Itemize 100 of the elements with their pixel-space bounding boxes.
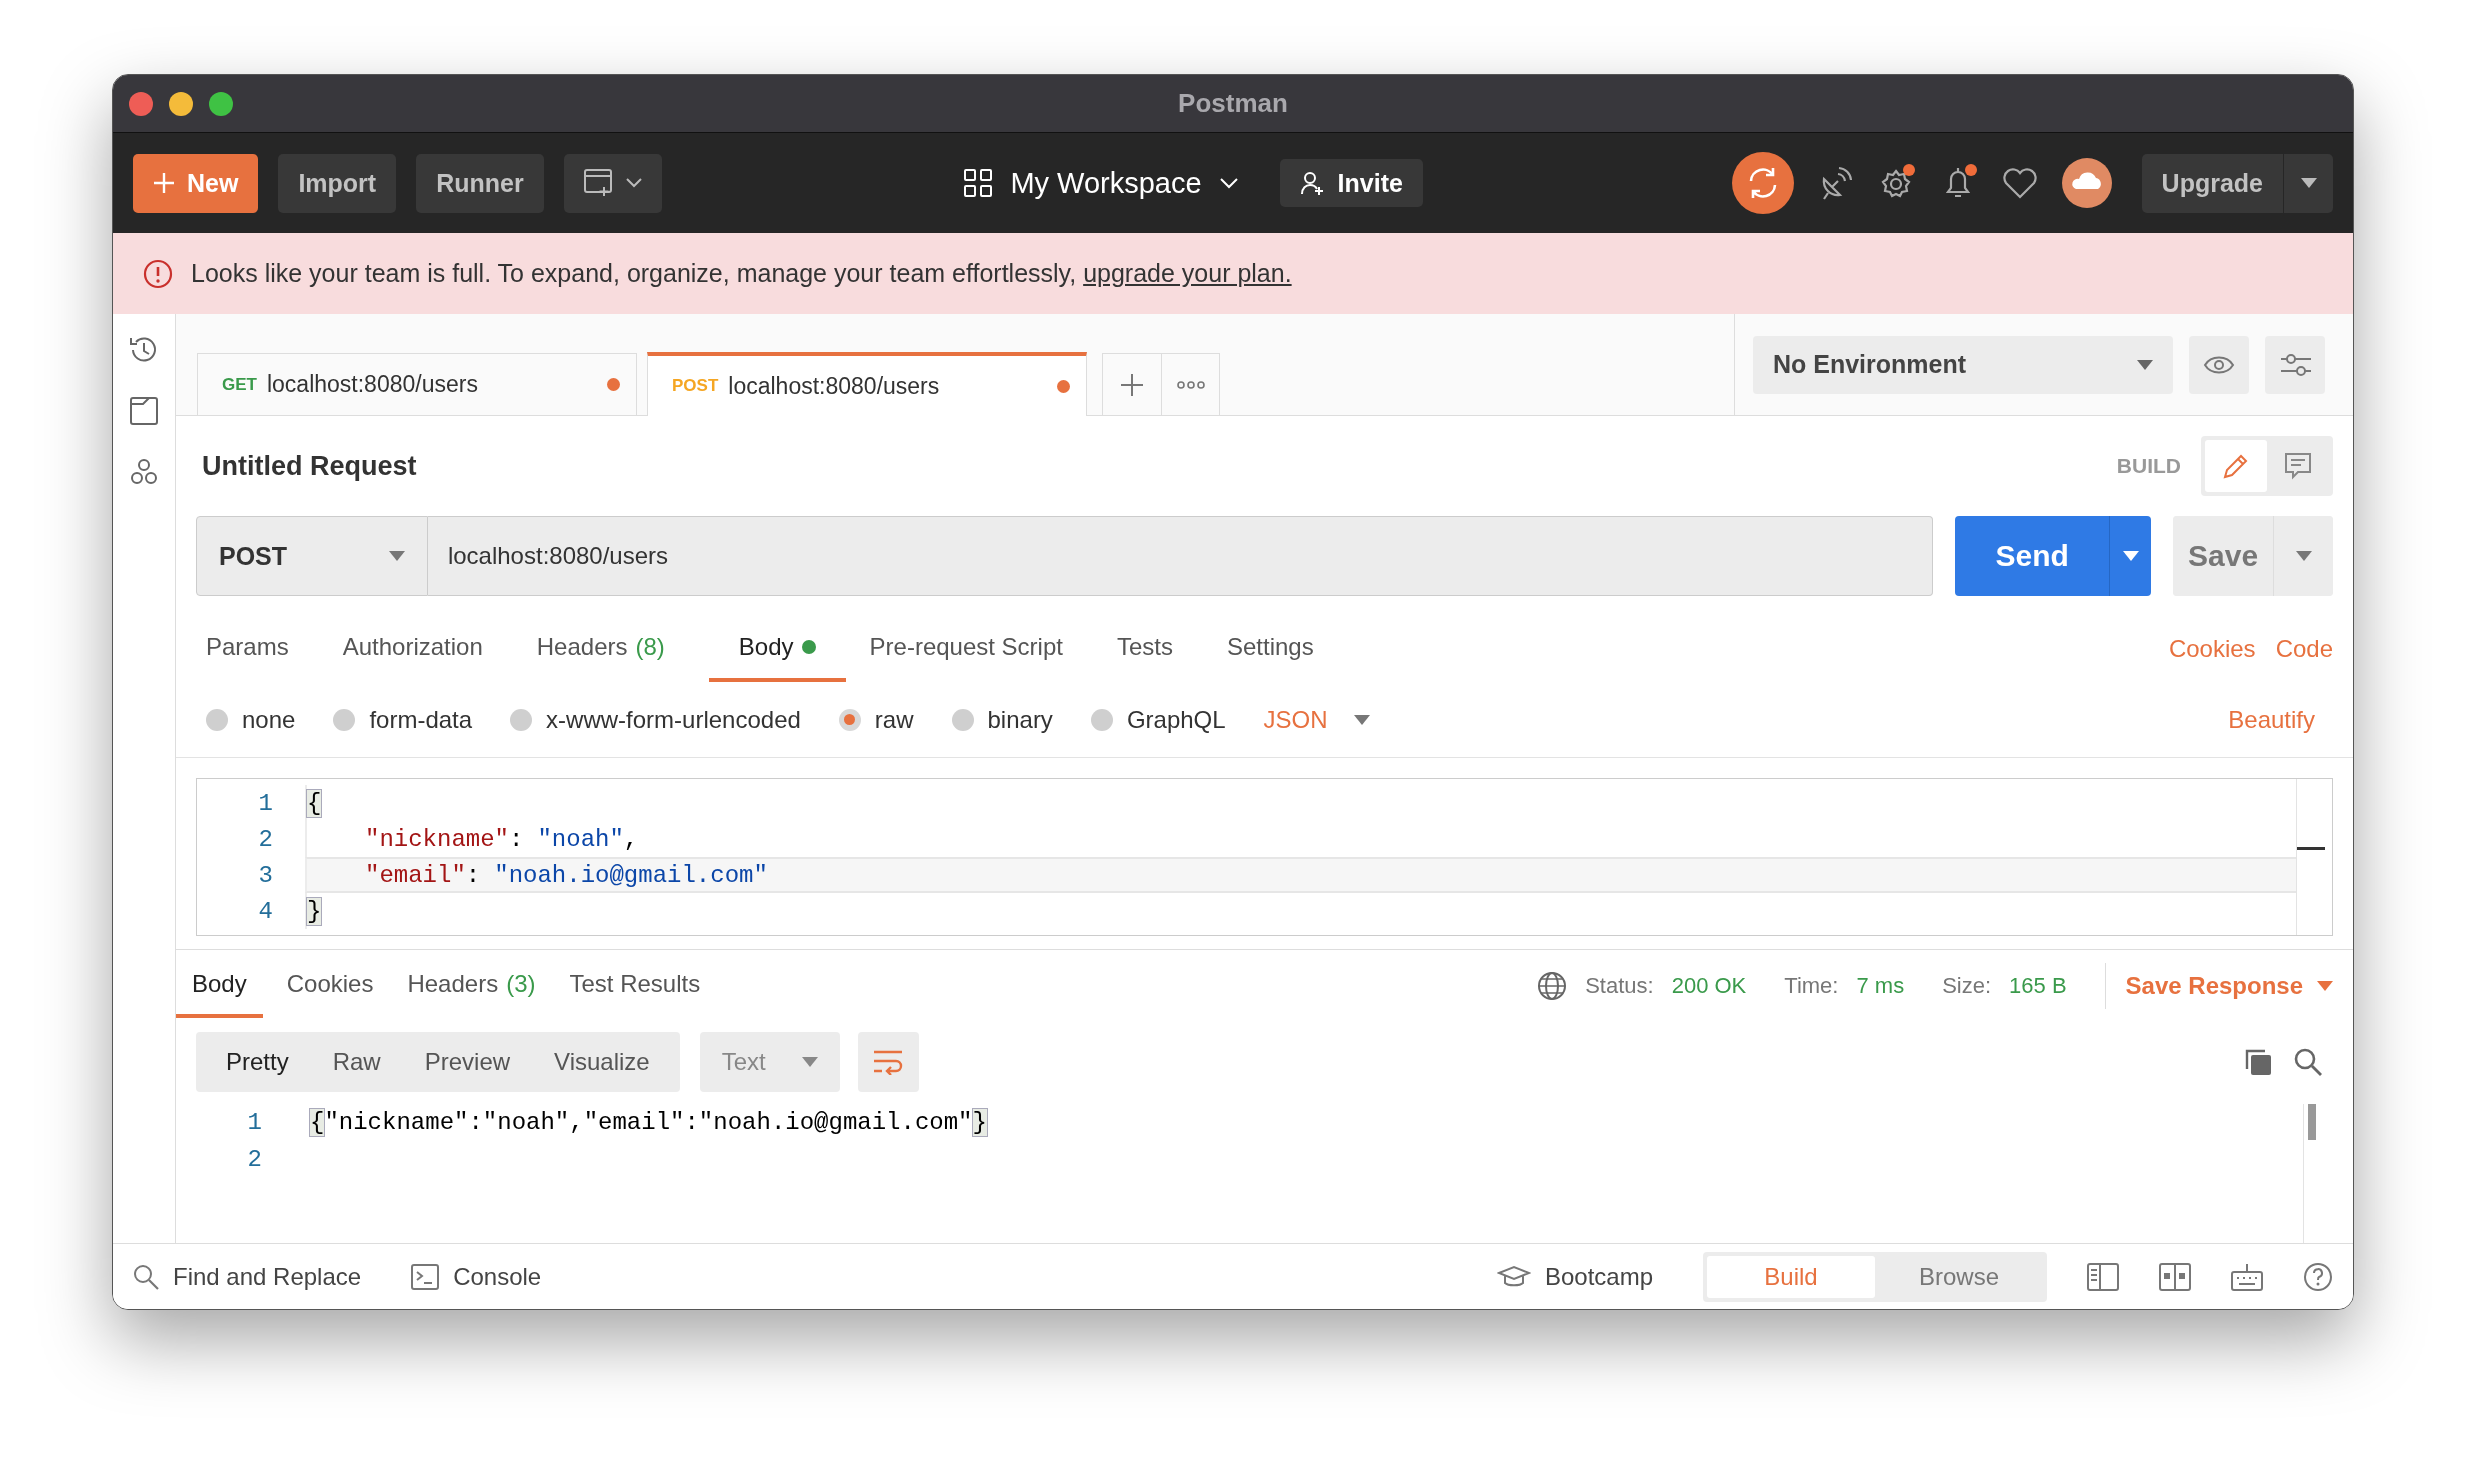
caret-icon <box>801 1057 818 1067</box>
response-tab[interactable]: Cookies <box>276 954 384 1018</box>
request-section-tab[interactable]: Settings <box>1216 616 1344 682</box>
view-mode-tab[interactable]: Visualize <box>532 1032 672 1092</box>
caret-icon <box>2317 981 2333 991</box>
chevron-down-icon <box>625 178 642 188</box>
view-mode-tab[interactable]: Pretty <box>204 1032 311 1092</box>
find-replace-button[interactable]: Find and Replace <box>133 1262 362 1291</box>
globe-icon <box>1537 971 1568 1001</box>
alert-icon <box>143 258 173 289</box>
send-options-button[interactable] <box>2109 516 2152 596</box>
scroll-marker <box>2297 847 2325 850</box>
caret-icon <box>2295 551 2312 561</box>
manage-environments-button[interactable] <box>2265 335 2325 394</box>
help-icon[interactable] <box>2303 1261 2333 1292</box>
plus-icon <box>153 172 175 194</box>
request-section-tab[interactable]: Body <box>708 616 846 682</box>
line-number: 1 <box>257 789 273 817</box>
body-type-radio[interactable]: form-data <box>333 705 473 734</box>
view-mode-tab[interactable]: Raw <box>310 1032 403 1092</box>
wrap-lines-icon <box>872 1049 905 1075</box>
wrap-lines-button[interactable] <box>857 1032 919 1092</box>
graduation-cap-icon <box>1496 1264 1531 1289</box>
view-mode-tab[interactable]: Preview <box>402 1032 533 1092</box>
response-tab[interactable]: Body <box>176 954 263 1018</box>
comment-icon <box>2284 452 2312 480</box>
caret-icon <box>2122 551 2139 561</box>
line-number: 3 <box>257 861 273 889</box>
caret-icon <box>388 551 405 561</box>
close-button[interactable] <box>129 91 153 116</box>
two-pane-icon[interactable] <box>2087 1262 2119 1291</box>
caret-icon <box>1353 714 1370 725</box>
stat-label: Size: <box>1942 973 1992 999</box>
heart-icon[interactable] <box>2001 166 2038 200</box>
edit-button[interactable] <box>2205 440 2267 492</box>
body-type-radio[interactable]: raw <box>838 705 914 734</box>
code-line: {"nickname":"noah","email":"noah.io@gmail.com"} <box>310 1109 987 1136</box>
code-line: } <box>305 893 2296 929</box>
sliders-icon <box>2279 352 2311 377</box>
code-line: { <box>305 785 2296 821</box>
stat-value: 200 OK <box>1671 973 1747 999</box>
copy-icon[interactable] <box>2243 1047 2273 1077</box>
collection-icon[interactable] <box>129 396 159 426</box>
scrollbar-thumb[interactable] <box>2308 1104 2316 1140</box>
runner-button[interactable]: Runner <box>416 153 544 213</box>
terminal-icon <box>411 1263 440 1290</box>
line-number: 2 <box>257 825 273 853</box>
upgrade-link[interactable]: upgrade your plan. <box>1083 259 1292 287</box>
body-type-radio[interactable]: x-www-form-urlencoded <box>510 705 801 734</box>
url-field[interactable]: localhost:8080/users <box>427 516 1934 596</box>
body-type-radio[interactable]: none <box>206 705 296 734</box>
window-title: Postman <box>1177 88 1289 119</box>
invite-button[interactable]: Invite <box>1279 159 1423 207</box>
stat-label: Time: <box>1784 973 1839 999</box>
keyboard-icon[interactable] <box>2231 1261 2263 1292</box>
sync-icon[interactable] <box>1731 152 1794 214</box>
request-section-tab[interactable]: Authorization <box>332 616 513 682</box>
minimize-button[interactable] <box>169 91 193 116</box>
plus-icon <box>1120 372 1144 397</box>
request-section-tab[interactable]: Params <box>196 616 319 682</box>
response-tab[interactable]: Test Results <box>559 954 711 1018</box>
response-tab[interactable]: Headers (3) <box>397 954 546 1018</box>
more-icon <box>1176 379 1205 390</box>
console-button[interactable]: Console <box>411 1262 542 1291</box>
body-type-radio[interactable]: binary <box>951 705 1053 734</box>
line-number: 4 <box>257 897 273 925</box>
request-name: Untitled Request <box>202 450 418 482</box>
request-tab[interactable]: GET localhost:8080/users <box>197 353 637 415</box>
pencil-icon <box>2222 452 2250 480</box>
request-section-tab[interactable]: Tests <box>1106 616 1203 682</box>
request-tab[interactable]: POST localhost:8080/users <box>647 352 1087 416</box>
environment-dropdown[interactable]: No Environment <box>1753 335 2173 394</box>
workspace-menu[interactable]: My Workspace <box>958 165 1244 201</box>
stat-value: 7 ms <box>1856 973 1905 999</box>
user-plus-icon <box>1299 170 1326 196</box>
mode-tab[interactable]: Browse <box>1875 1255 2043 1298</box>
zoom-button[interactable] <box>209 91 233 116</box>
caret-icon <box>2137 359 2153 370</box>
grid-icon <box>964 169 993 197</box>
new-window-button[interactable] <box>563 153 662 213</box>
send-button[interactable]: Send <box>1955 516 2110 596</box>
search-icon[interactable] <box>2293 1047 2323 1077</box>
avatar-icon[interactable] <box>2061 158 2112 208</box>
line-number: 2 <box>246 1146 262 1173</box>
body-type-radio[interactable]: GraphQL <box>1090 705 1226 734</box>
bootcamp-button[interactable]: Bootcamp <box>1496 1262 1653 1291</box>
request-section-tab[interactable]: Headers (8) <box>526 616 695 682</box>
line-number: 1 <box>246 1109 262 1136</box>
stat-label: Status: <box>1585 973 1654 999</box>
mode-label: BUILD <box>2116 454 2181 478</box>
stat-value: 165 B <box>2009 973 2067 999</box>
request-section-tab[interactable]: Pre-request Script <box>859 616 1093 682</box>
environment-quick-look-button[interactable] <box>2189 335 2249 394</box>
import-button[interactable]: Import <box>278 153 397 213</box>
method-dropdown[interactable]: POST <box>196 516 428 596</box>
search-icon <box>133 1263 159 1290</box>
split-layout-icon[interactable] <box>2159 1262 2191 1291</box>
chevron-down-icon <box>1219 177 1238 189</box>
request-body-editor[interactable]: 1 { 2 "nickname": "noah", 3 "email": "noah.io@gmail.com" 4 } <box>196 778 2333 936</box>
window-plus-icon <box>583 169 614 197</box>
